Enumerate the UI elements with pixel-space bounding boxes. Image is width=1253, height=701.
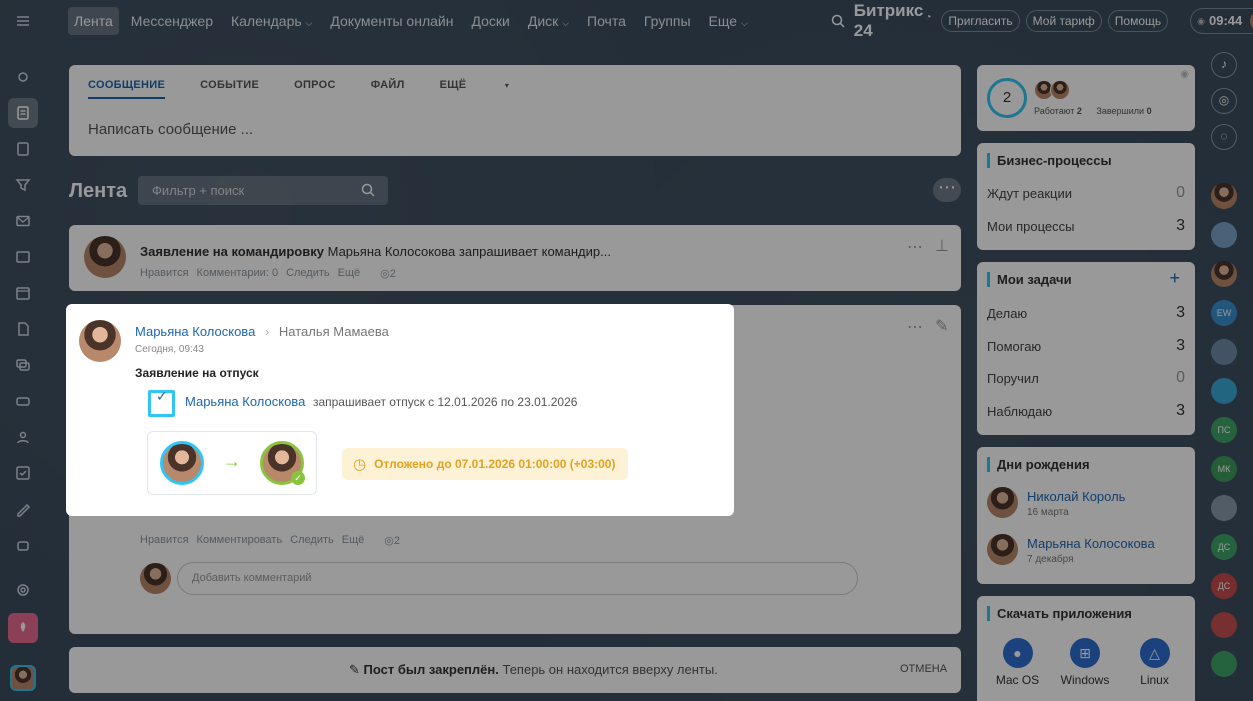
request-line: Марьяна Колоскова запрашивает отпуск с 1… — [185, 394, 577, 409]
requester-link[interactable]: Марьяна Колоскова — [185, 394, 305, 409]
approval-flow: → ✓ — [147, 431, 317, 495]
requester-avatar — [160, 441, 204, 485]
clock-icon: ◷ — [353, 456, 367, 473]
status-badge: ◷ Отложено до 07.01.2026 01:00:00 (+03:0… — [342, 448, 629, 480]
edit-mark: ✓ — [156, 388, 168, 404]
post-time: Сегодня, 09:43 — [135, 344, 204, 355]
status-text: Отложено до 07.01.2026 01:00:00 (+03:00) — [374, 457, 616, 471]
post-header: Марьяна Колоскова › Наталья Мамаева — [135, 324, 389, 339]
author-avatar[interactable] — [79, 320, 121, 362]
approved-check-icon: ✓ — [291, 471, 305, 485]
author-link[interactable]: Марьяна Колоскова — [135, 324, 255, 339]
request-text: запрашивает отпуск с 12.01.2026 по 23.01… — [312, 395, 578, 409]
chevron-right-icon: › — [264, 324, 270, 339]
post-title: Заявление на отпуск — [135, 366, 259, 380]
recipient-name[interactable]: Наталья Мамаева — [279, 324, 389, 339]
vacation-request-popup: Марьяна Колоскова › Наталья Мамаева Сего… — [66, 304, 734, 516]
arrow-right-icon: → — [223, 451, 241, 471]
request-doc-icon: ✓ — [148, 388, 175, 417]
